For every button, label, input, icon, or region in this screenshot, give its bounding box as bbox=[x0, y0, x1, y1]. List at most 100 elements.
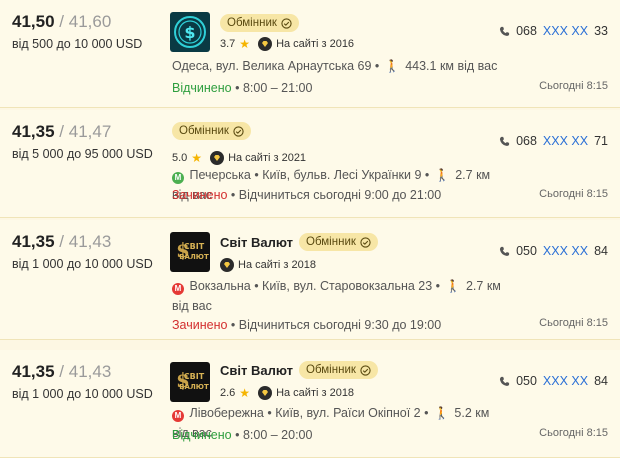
buy-rate: 41,35 bbox=[12, 122, 55, 141]
rating-value: 3.7 bbox=[220, 38, 236, 50]
rate-separator: / bbox=[59, 122, 69, 141]
amount-limit: від 500 до 10 000 USD bbox=[12, 37, 143, 51]
svg-text:ВАЛЮТ: ВАЛЮТ bbox=[179, 253, 209, 261]
diamond-icon bbox=[258, 386, 273, 400]
phone-reveal-link[interactable]: XXX XX bbox=[543, 134, 588, 148]
svg-text:СВІТ: СВІТ bbox=[184, 242, 205, 251]
since-text: На сайті з 2018 bbox=[238, 259, 316, 271]
hours-text: • Відчиниться сьогодні 9:30 до 19:00 bbox=[230, 318, 442, 332]
exchanger-badge: Обмінник bbox=[220, 14, 299, 32]
phone-prefix: 050 bbox=[516, 244, 537, 258]
rate: 41,35 / 41,47 bbox=[12, 122, 111, 142]
phone-suffix: 84 bbox=[594, 244, 608, 258]
updated-time: Сьогодні 8:15 bbox=[539, 317, 608, 329]
hours: Зачинено • Відчиниться сьогодні 9:00 до … bbox=[172, 187, 441, 203]
svg-text:ВАЛЮТ: ВАЛЮТ bbox=[179, 383, 209, 391]
svit-valut-logo[interactable]: $ СВІТ ВАЛЮТ bbox=[170, 232, 210, 272]
rate: 41,50 / 41,60 bbox=[12, 12, 111, 32]
phone-reveal-link[interactable]: XXX XX bbox=[543, 374, 588, 388]
metro-icon: М bbox=[172, 283, 184, 295]
offer-card[interactable]: 41,50 / 41,60 від 500 до 10 000 USD $ Об… bbox=[0, 0, 620, 108]
diamond-icon bbox=[258, 37, 273, 51]
rate-separator: / bbox=[59, 362, 69, 381]
amount-limit: від 5 000 до 95 000 USD bbox=[12, 147, 153, 161]
rating-value: 5.0 bbox=[172, 152, 188, 164]
amount-limit: від 1 000 до 10 000 USD bbox=[12, 387, 153, 401]
since-text: На сайті з 2018 bbox=[276, 387, 355, 399]
walking-icon: 🚶 bbox=[445, 279, 461, 293]
exchanger-badge: Обмінник bbox=[299, 233, 378, 251]
star-icon: ★ bbox=[239, 386, 251, 400]
phone-icon bbox=[499, 26, 510, 36]
rate-separator: / bbox=[59, 232, 69, 251]
phone-prefix: 068 bbox=[516, 134, 537, 148]
status-open: Відчинено bbox=[172, 81, 232, 95]
address: Одеса, вул. Велика Арнаутська 69 • 🚶 443… bbox=[172, 56, 502, 76]
svg-text:СВІТ: СВІТ bbox=[184, 372, 205, 381]
buy-rate: 41,35 bbox=[12, 362, 55, 381]
updated-time: Сьогодні 8:15 bbox=[539, 188, 608, 200]
svg-text:$: $ bbox=[184, 23, 195, 42]
status-closed: Зачинено bbox=[172, 318, 228, 332]
buy-rate: 41,35 bbox=[12, 232, 55, 251]
star-icon: ★ bbox=[239, 37, 251, 51]
star-icon: ★ bbox=[191, 151, 203, 165]
since-text: На сайті з 2016 bbox=[276, 38, 355, 50]
walking-icon: 🚶 bbox=[433, 406, 449, 420]
buy-rate: 41,50 bbox=[12, 12, 55, 31]
exchanger-badge: Обмінник bbox=[299, 361, 378, 379]
sell-rate: 41,43 bbox=[68, 232, 112, 251]
sell-rate: 41,47 bbox=[68, 122, 112, 141]
exchanger-badge: Обмінник bbox=[172, 122, 251, 140]
verified-icon bbox=[233, 125, 244, 137]
verified-icon bbox=[360, 236, 371, 248]
offer-card[interactable]: 41,35 / 41,43 від 1 000 до 10 000 USD $ … bbox=[0, 220, 620, 340]
walking-icon: 🚶 bbox=[384, 59, 400, 73]
hours-text: • 8:00 – 21:00 bbox=[235, 81, 313, 95]
offer-card[interactable]: 41,35 / 41,43 від 1 000 до 10 000 USD $ … bbox=[0, 350, 620, 458]
phone-icon bbox=[499, 246, 510, 256]
sell-rate: 41,60 bbox=[68, 12, 112, 31]
rate-separator: / bbox=[59, 12, 69, 31]
phone-suffix: 71 bbox=[594, 134, 608, 148]
phone[interactable]: 050 XXX XX 84 bbox=[499, 244, 608, 258]
status-closed: Зачинено bbox=[172, 188, 228, 202]
exchanger-name[interactable]: Світ Валют bbox=[220, 235, 293, 250]
offer-card[interactable]: 41,35 / 41,47 від 5 000 до 95 000 USD Об… bbox=[0, 110, 620, 218]
hours: Відчинено • 8:00 – 20:00 bbox=[172, 427, 312, 443]
status-open: Відчинено bbox=[172, 428, 232, 442]
updated-time: Сьогодні 8:15 bbox=[539, 80, 608, 92]
svit-valut-logo[interactable]: $ СВІТ ВАЛЮТ bbox=[170, 362, 210, 402]
exchanger-info: Обмінник 5.0 ★ На сайті з 2021 bbox=[172, 120, 502, 168]
distance: 443.1 км від вас bbox=[405, 59, 498, 73]
phone-reveal-link[interactable]: XXX XX bbox=[543, 24, 588, 38]
metro-icon: М bbox=[172, 172, 184, 184]
dollar-logo[interactable]: $ bbox=[170, 12, 210, 52]
phone-prefix: 068 bbox=[516, 24, 537, 38]
hours-text: • 8:00 – 20:00 bbox=[235, 428, 313, 442]
amount-limit: від 1 000 до 10 000 USD bbox=[12, 257, 153, 271]
hours-text: • Відчиниться сьогодні 9:00 до 21:00 bbox=[230, 188, 442, 202]
exchange-offers-list: 41,50 / 41,60 від 500 до 10 000 USD $ Об… bbox=[0, 0, 620, 458]
phone[interactable]: 050 XXX XX 84 bbox=[499, 374, 608, 388]
verified-icon bbox=[360, 364, 371, 376]
phone[interactable]: 068 XXX XX 33 bbox=[499, 24, 608, 38]
phone-icon bbox=[499, 376, 510, 386]
verified-icon bbox=[281, 17, 292, 29]
phone-reveal-link[interactable]: XXX XX bbox=[543, 244, 588, 258]
rate: 41,35 / 41,43 bbox=[12, 362, 111, 382]
sell-rate: 41,43 bbox=[68, 362, 112, 381]
updated-time: Сьогодні 8:15 bbox=[539, 427, 608, 439]
phone[interactable]: 068 XXX XX 71 bbox=[499, 134, 608, 148]
address: М Вокзальна • Київ, вул. Старовокзальна … bbox=[172, 276, 502, 316]
exchanger-name[interactable]: Світ Валют bbox=[220, 363, 293, 378]
diamond-icon bbox=[220, 258, 234, 272]
phone-icon bbox=[499, 136, 510, 146]
since-text: На сайті з 2021 bbox=[228, 152, 307, 164]
hours: Відчинено • 8:00 – 21:00 bbox=[172, 80, 312, 96]
phone-prefix: 050 bbox=[516, 374, 537, 388]
rating-value: 2.6 bbox=[220, 387, 236, 399]
phone-suffix: 84 bbox=[594, 374, 608, 388]
phone-suffix: 33 bbox=[594, 24, 608, 38]
metro-icon: М bbox=[172, 410, 184, 422]
